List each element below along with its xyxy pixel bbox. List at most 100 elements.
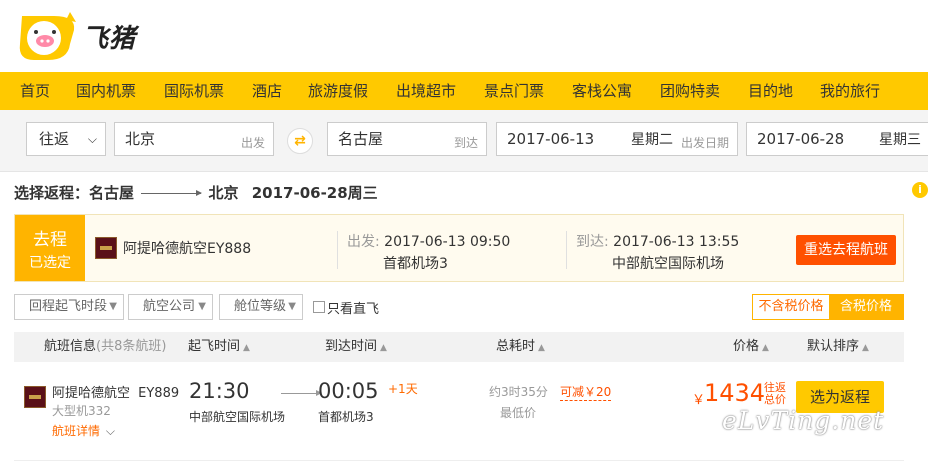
brand-name[interactable]: 飞猪 (82, 18, 136, 55)
from-city-input[interactable]: 北京 出发 (114, 122, 274, 156)
main-nav: 首页 国内机票 国际机票 酒店 旅游度假 出境超市 景点门票 客栈公寓 团购特卖… (0, 72, 928, 110)
etihad-logo-icon (24, 386, 46, 408)
sort-up-icon: ▲ (762, 343, 769, 353)
outbound-arrive: 到达: 2017-06-13 13:55 (576, 231, 739, 251)
fliggy-pig-logo-icon[interactable] (14, 8, 78, 64)
to-city-value: 名古屋 (338, 130, 384, 148)
excl-tax-option[interactable]: 不含税价格 (753, 295, 829, 319)
nav-item-tickets[interactable]: 景点门票 (484, 72, 544, 110)
depart-date-value: 2017-06-13 (507, 130, 595, 148)
outbound-airline: 阿提哈德航空EY888 (123, 241, 252, 257)
nav-item-vacations[interactable]: 旅游度假 (308, 72, 368, 110)
flight-plane-type: 大型机332 (52, 404, 111, 418)
sort-up-icon: ▲ (243, 343, 250, 353)
chevron-down-icon: ⌵ (105, 424, 115, 438)
selected-outbound-panel: 去程 已选定 阿提哈德航空EY888 出发: 2017-06-13 09:50 … (14, 214, 904, 282)
plus-day-badge: +1天 (388, 382, 418, 396)
col-flight-info: 航班信息(共8条航班) (44, 332, 166, 362)
route-arrow-icon (141, 190, 203, 196)
flight-depart-airport: 中部航空国际机场 (189, 410, 286, 424)
search-bar: 往返 ⌵ 北京 出发 名古屋 到达 2017-06-13 星期二 出发日期 20… (0, 110, 928, 172)
nav-item-international-flights[interactable]: 国际机票 (164, 72, 224, 110)
outbound-tag-line1: 去程 (33, 230, 67, 250)
col-duration-label: 总耗时 (496, 339, 536, 354)
nav-item-my-trips[interactable]: 我的旅行 (820, 72, 880, 110)
sort-arrive-time[interactable]: 到达时间 ▲ (325, 332, 387, 363)
nav-item-group-deals[interactable]: 团购特卖 (660, 72, 720, 110)
depart-date-input[interactable]: 2017-06-13 星期二 出发日期 (496, 122, 738, 156)
flight-table-header: 航班信息(共8条航班) 起飞时间 ▲ 到达时间 ▲ 总耗时 ▲ 价格 ▲ 默认排序 ▲ (14, 332, 904, 362)
outbound-arrive-airport: 中部航空国际机场 (612, 256, 724, 272)
sort-depart-time[interactable]: 起飞时间 ▲ (188, 332, 250, 363)
trip-type-select[interactable]: 往返 ⌵ (26, 122, 106, 156)
sort-duration[interactable]: 总耗时 ▲ (496, 332, 545, 363)
arrive-label: 到达: (576, 234, 609, 250)
from-city-tag: 出发 (240, 136, 265, 150)
col-price-label: 价格 (733, 339, 760, 354)
divider (337, 231, 338, 269)
flight-airline: 阿提哈德航空 EY889 (52, 382, 179, 401)
depart-date-tag: 出发日期 (680, 136, 729, 150)
direct-only-checkbox[interactable] (313, 301, 325, 313)
col-flight-count: (共8条航班) (96, 339, 167, 354)
nav-item-outbound-market[interactable]: 出境超市 (396, 72, 456, 110)
discount-badge[interactable]: 可减￥20 (560, 383, 612, 401)
to-city-input[interactable]: 名古屋 到达 (327, 122, 487, 156)
filter-return-time[interactable]: 回程起飞时段 ▼ (14, 294, 124, 320)
route-dest: 北京 (208, 184, 239, 202)
outbound-depart: 出发: 2017-06-13 09:50 (347, 231, 510, 251)
flight-depart-time: 21:30 (189, 379, 250, 403)
caret-down-icon: ▼ (109, 301, 117, 312)
nav-item-inns[interactable]: 客栈公寓 (572, 72, 632, 110)
sort-up-icon: ▲ (538, 343, 545, 353)
outbound-tag-line2: 已选定 (29, 255, 71, 271)
nav-item-home[interactable]: 首页 (20, 72, 50, 110)
lowest-price-badge: 最低价 (500, 406, 537, 420)
sort-up-icon: ▲ (862, 343, 869, 353)
sort-up-icon: ▲ (380, 343, 387, 353)
trip-type-value: 往返 (39, 130, 70, 148)
route-label: 选择返程：名古屋 (14, 184, 135, 202)
site-header: 飞猪 (0, 0, 928, 72)
nav-item-destinations[interactable]: 目的地 (748, 72, 793, 110)
etihad-logo-icon (95, 237, 117, 259)
depart-label: 出发: (347, 234, 380, 250)
nav-item-hotels[interactable]: 酒店 (252, 72, 282, 110)
flight-arrive-time: 00:05 (318, 379, 379, 403)
tax-price-toggle: 不含税价格 含税价格 (752, 294, 904, 320)
round-trip-total-note: 往返总价 (764, 381, 786, 406)
route-date: 2017-06-28周三 (251, 184, 378, 202)
flight-price: 1434 (704, 379, 766, 407)
col-sort-label: 默认排序 (807, 339, 860, 354)
filter-airline-label: 航空公司 (143, 299, 196, 314)
sort-price[interactable]: 价格 ▲ (733, 332, 769, 363)
flight-airline-name: 阿提哈德航空 (52, 386, 131, 401)
incl-tax-option[interactable]: 含税价格 (829, 295, 903, 319)
flight-duration: 约3时35分 (489, 385, 548, 399)
return-date-value: 2017-06-28 (757, 130, 845, 148)
return-date-input[interactable]: 2017-06-28 星期三 (746, 122, 928, 156)
outbound-depart-time: 2017-06-13 09:50 (384, 234, 511, 250)
col-flight-label: 航班信息 (44, 339, 97, 354)
direct-only-label[interactable]: 只看直飞 (327, 298, 379, 317)
outbound-depart-airport: 首都机场3 (383, 256, 448, 272)
to-city-tag: 到达 (453, 136, 478, 150)
flight-arrive-airport: 首都机场3 (318, 410, 374, 424)
flight-detail-label: 航班详情 (52, 424, 101, 438)
outbound-selected-tag: 去程 已选定 (15, 215, 85, 281)
sort-default[interactable]: 默认排序 ▲ (807, 332, 869, 363)
swap-cities-icon[interactable]: ⇄ (287, 128, 313, 154)
col-depart-label: 起飞时间 (188, 339, 241, 354)
info-icon[interactable]: i (912, 182, 928, 198)
reselect-outbound-button[interactable]: 重选去程航班 (796, 235, 896, 265)
flight-arrow-icon (281, 390, 322, 396)
filter-airline[interactable]: 航空公司 ▼ (128, 294, 213, 320)
from-city-value: 北京 (125, 130, 156, 148)
outbound-arrive-time: 2017-06-13 13:55 (613, 234, 740, 250)
filter-return-time-label: 回程起飞时段 (29, 299, 108, 314)
nav-item-domestic-flights[interactable]: 国内机票 (76, 72, 136, 110)
filter-cabin[interactable]: 舱位等级 ▼ (219, 294, 303, 320)
depart-weekday: 星期二 (631, 132, 673, 148)
flight-detail-link[interactable]: 航班详情 ⌵ (52, 422, 115, 439)
caret-down-icon: ▼ (198, 301, 206, 312)
